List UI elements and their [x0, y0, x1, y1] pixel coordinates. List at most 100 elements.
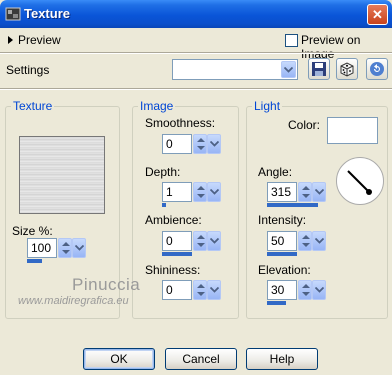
elevation-slider[interactable] [267, 301, 326, 305]
elevation-label: Elevation: [258, 263, 311, 277]
intensity-dropdown-button[interactable] [312, 231, 326, 251]
chevron-down-icon [284, 66, 293, 73]
image-group-label: Image [138, 99, 176, 113]
texture-app-icon [5, 6, 21, 22]
chevron-down-icon [314, 287, 324, 293]
arrow-up-icon [197, 284, 205, 288]
size-input[interactable]: 100 [27, 238, 57, 258]
intensity-spin-button[interactable] [298, 231, 312, 251]
intensity-stepper[interactable]: 50 [267, 231, 327, 257]
shininess-slider[interactable] [162, 301, 221, 305]
ambience-label: Ambience: [145, 213, 202, 227]
depth-slider[interactable] [162, 203, 221, 207]
watermark-name: Pinuccia [72, 275, 141, 294]
size-spin-button[interactable] [58, 238, 72, 258]
elevation-dropdown-button[interactable] [312, 280, 326, 300]
randomize-dice-icon [340, 62, 354, 77]
save-preset-button[interactable] [308, 58, 330, 80]
shininess-spin-button[interactable] [193, 280, 207, 300]
chevron-down-icon [314, 238, 324, 244]
expand-triangle-icon[interactable] [8, 36, 13, 44]
shininess-input[interactable]: 0 [162, 280, 192, 300]
shininess-label: Shininess: [145, 263, 201, 277]
chevron-down-icon [209, 141, 219, 147]
arrow-down-icon [62, 250, 70, 254]
save-icon [312, 62, 326, 76]
settings-label: Settings [6, 63, 50, 77]
arrow-down-icon [197, 194, 205, 198]
help-label: Help [269, 352, 295, 366]
angle-spin-button[interactable] [298, 182, 312, 202]
arrow-down-icon [302, 194, 310, 198]
elevation-input[interactable]: 30 [267, 280, 297, 300]
smoothness-slider[interactable] [162, 155, 221, 159]
arrow-up-icon [197, 138, 205, 142]
help-button[interactable]: Help [246, 348, 318, 370]
angle-label: Angle: [258, 165, 293, 179]
size-slider[interactable] [27, 259, 86, 263]
arrow-up-icon [62, 242, 70, 246]
smoothness-input[interactable]: 0 [162, 134, 192, 154]
separator [0, 52, 392, 54]
intensity-label: Intensity: [258, 213, 307, 227]
size-slider-fill [27, 259, 42, 263]
arrow-up-icon [302, 284, 310, 288]
smoothness-spin-button[interactable] [193, 134, 207, 154]
title-bar[interactable]: Texture ✕ [0, 0, 392, 28]
preview-on-image-checkbox[interactable] [285, 34, 298, 47]
size-stepper[interactable]: 100 [27, 238, 87, 264]
angle-stepper[interactable]: 315 [267, 182, 327, 208]
elevation-spin-button[interactable] [298, 280, 312, 300]
arrow-up-icon [197, 235, 205, 239]
ambience-input[interactable]: 0 [162, 231, 192, 251]
light-group-label: Light [252, 99, 283, 113]
arrow-up-icon [302, 235, 310, 239]
smoothness-dropdown-button[interactable] [207, 134, 221, 154]
cancel-button[interactable]: Cancel [165, 348, 237, 370]
depth-stepper[interactable]: 1 [162, 182, 222, 208]
preset-dropdown-button[interactable] [281, 61, 296, 78]
angle-input[interactable]: 315 [267, 182, 297, 202]
arrow-down-icon [197, 146, 205, 150]
reset-icon [370, 62, 384, 76]
texture-swatch[interactable] [19, 136, 105, 214]
shininess-dropdown-button[interactable] [207, 280, 221, 300]
intensity-input[interactable]: 50 [267, 231, 297, 251]
cancel-label: Cancel [182, 352, 220, 366]
arrow-down-icon [197, 292, 205, 296]
shininess-stepper[interactable]: 0 [162, 280, 222, 306]
ambience-spin-button[interactable] [193, 231, 207, 251]
light-color-swatch[interactable] [327, 117, 378, 144]
arrow-down-icon [302, 243, 310, 247]
depth-slider-fill [162, 203, 166, 207]
elevation-slider-fill [267, 301, 287, 305]
ambience-dropdown-button[interactable] [207, 231, 221, 251]
depth-dropdown-button[interactable] [207, 182, 221, 202]
smoothness-label: Smoothness: [145, 116, 216, 130]
ok-label: OK [110, 352, 128, 366]
intensity-slider[interactable] [267, 252, 326, 256]
angle-dial[interactable] [336, 157, 384, 205]
angle-slider[interactable] [267, 203, 326, 207]
preview-toggle[interactable]: Preview [18, 33, 61, 47]
depth-spin-button[interactable] [193, 182, 207, 202]
chevron-down-icon [209, 287, 219, 293]
depth-input[interactable]: 1 [162, 182, 192, 202]
ambience-stepper[interactable]: 0 [162, 231, 222, 257]
close-button[interactable]: ✕ [367, 4, 388, 25]
chevron-down-icon [209, 238, 219, 244]
smoothness-stepper[interactable]: 0 [162, 134, 222, 160]
separator [0, 88, 392, 90]
size-dropdown-button[interactable] [72, 238, 86, 258]
elevation-stepper[interactable]: 30 [267, 280, 327, 306]
size-label: Size %: [12, 224, 53, 238]
angle-dropdown-button[interactable] [312, 182, 326, 202]
preset-combo[interactable] [172, 59, 298, 80]
preview-on-image-label: Preview on Image [301, 33, 361, 61]
ok-button[interactable]: OK [83, 348, 155, 370]
angle-slider-fill [267, 203, 319, 207]
reset-button[interactable] [366, 58, 388, 80]
arrow-up-icon [197, 186, 205, 190]
ambience-slider[interactable] [162, 252, 221, 256]
randomize-button[interactable] [336, 58, 358, 80]
